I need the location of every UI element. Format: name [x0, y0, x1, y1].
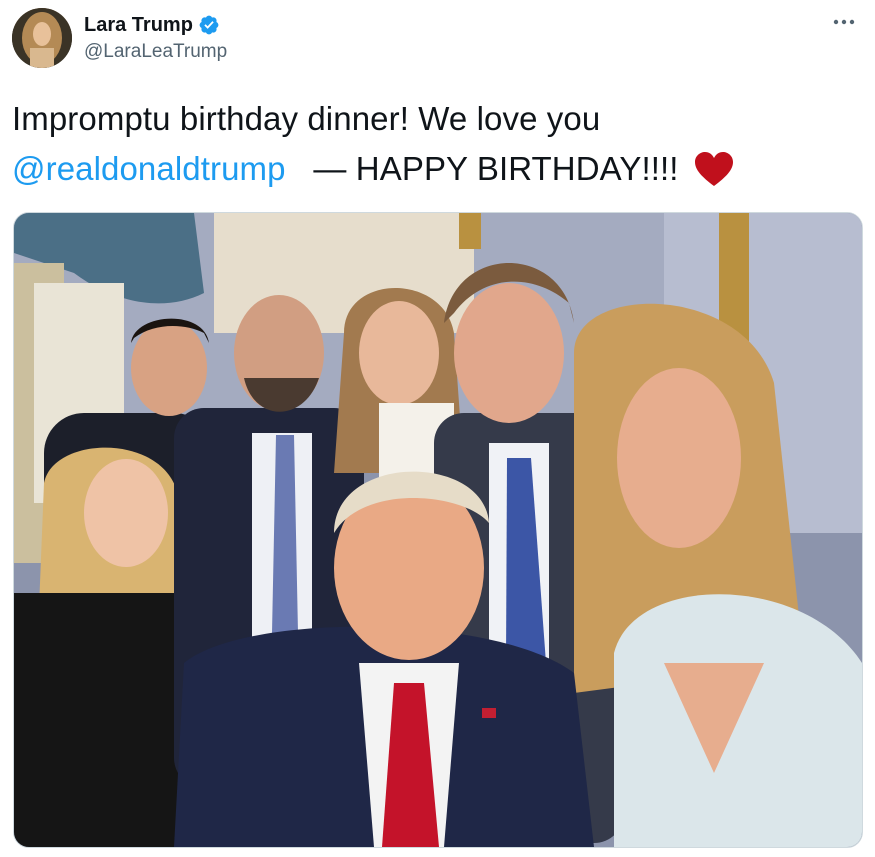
author-display-name[interactable]: Lara Trump	[84, 14, 193, 37]
more-options-button[interactable]	[829, 10, 859, 34]
heart-emoji-icon	[694, 152, 733, 186]
tweet-text-line1: Impromptu birthday dinner! We love you	[12, 100, 601, 137]
tweet-text-line2: @realdonaldtrump — HAPPY BIRTHDAY!!!!	[12, 144, 857, 194]
author-avatar[interactable]	[12, 8, 72, 68]
mention-link[interactable]: @realdonaldtrump	[12, 150, 286, 187]
more-dots-icon	[833, 19, 855, 25]
tweet-text: Impromptu birthday dinner! We love you @…	[12, 94, 857, 194]
verified-badge-icon	[199, 15, 219, 35]
tweet-text-birthday: — HAPPY BIRTHDAY!!!!	[313, 150, 679, 187]
tweet-photo[interactable]	[13, 212, 863, 848]
author-handle[interactable]: @LaraLeaTrump	[84, 41, 227, 63]
tweet-header: Lara Trump @LaraLeaTrump	[12, 8, 863, 70]
author-names: Lara Trump @LaraLeaTrump	[84, 12, 227, 63]
